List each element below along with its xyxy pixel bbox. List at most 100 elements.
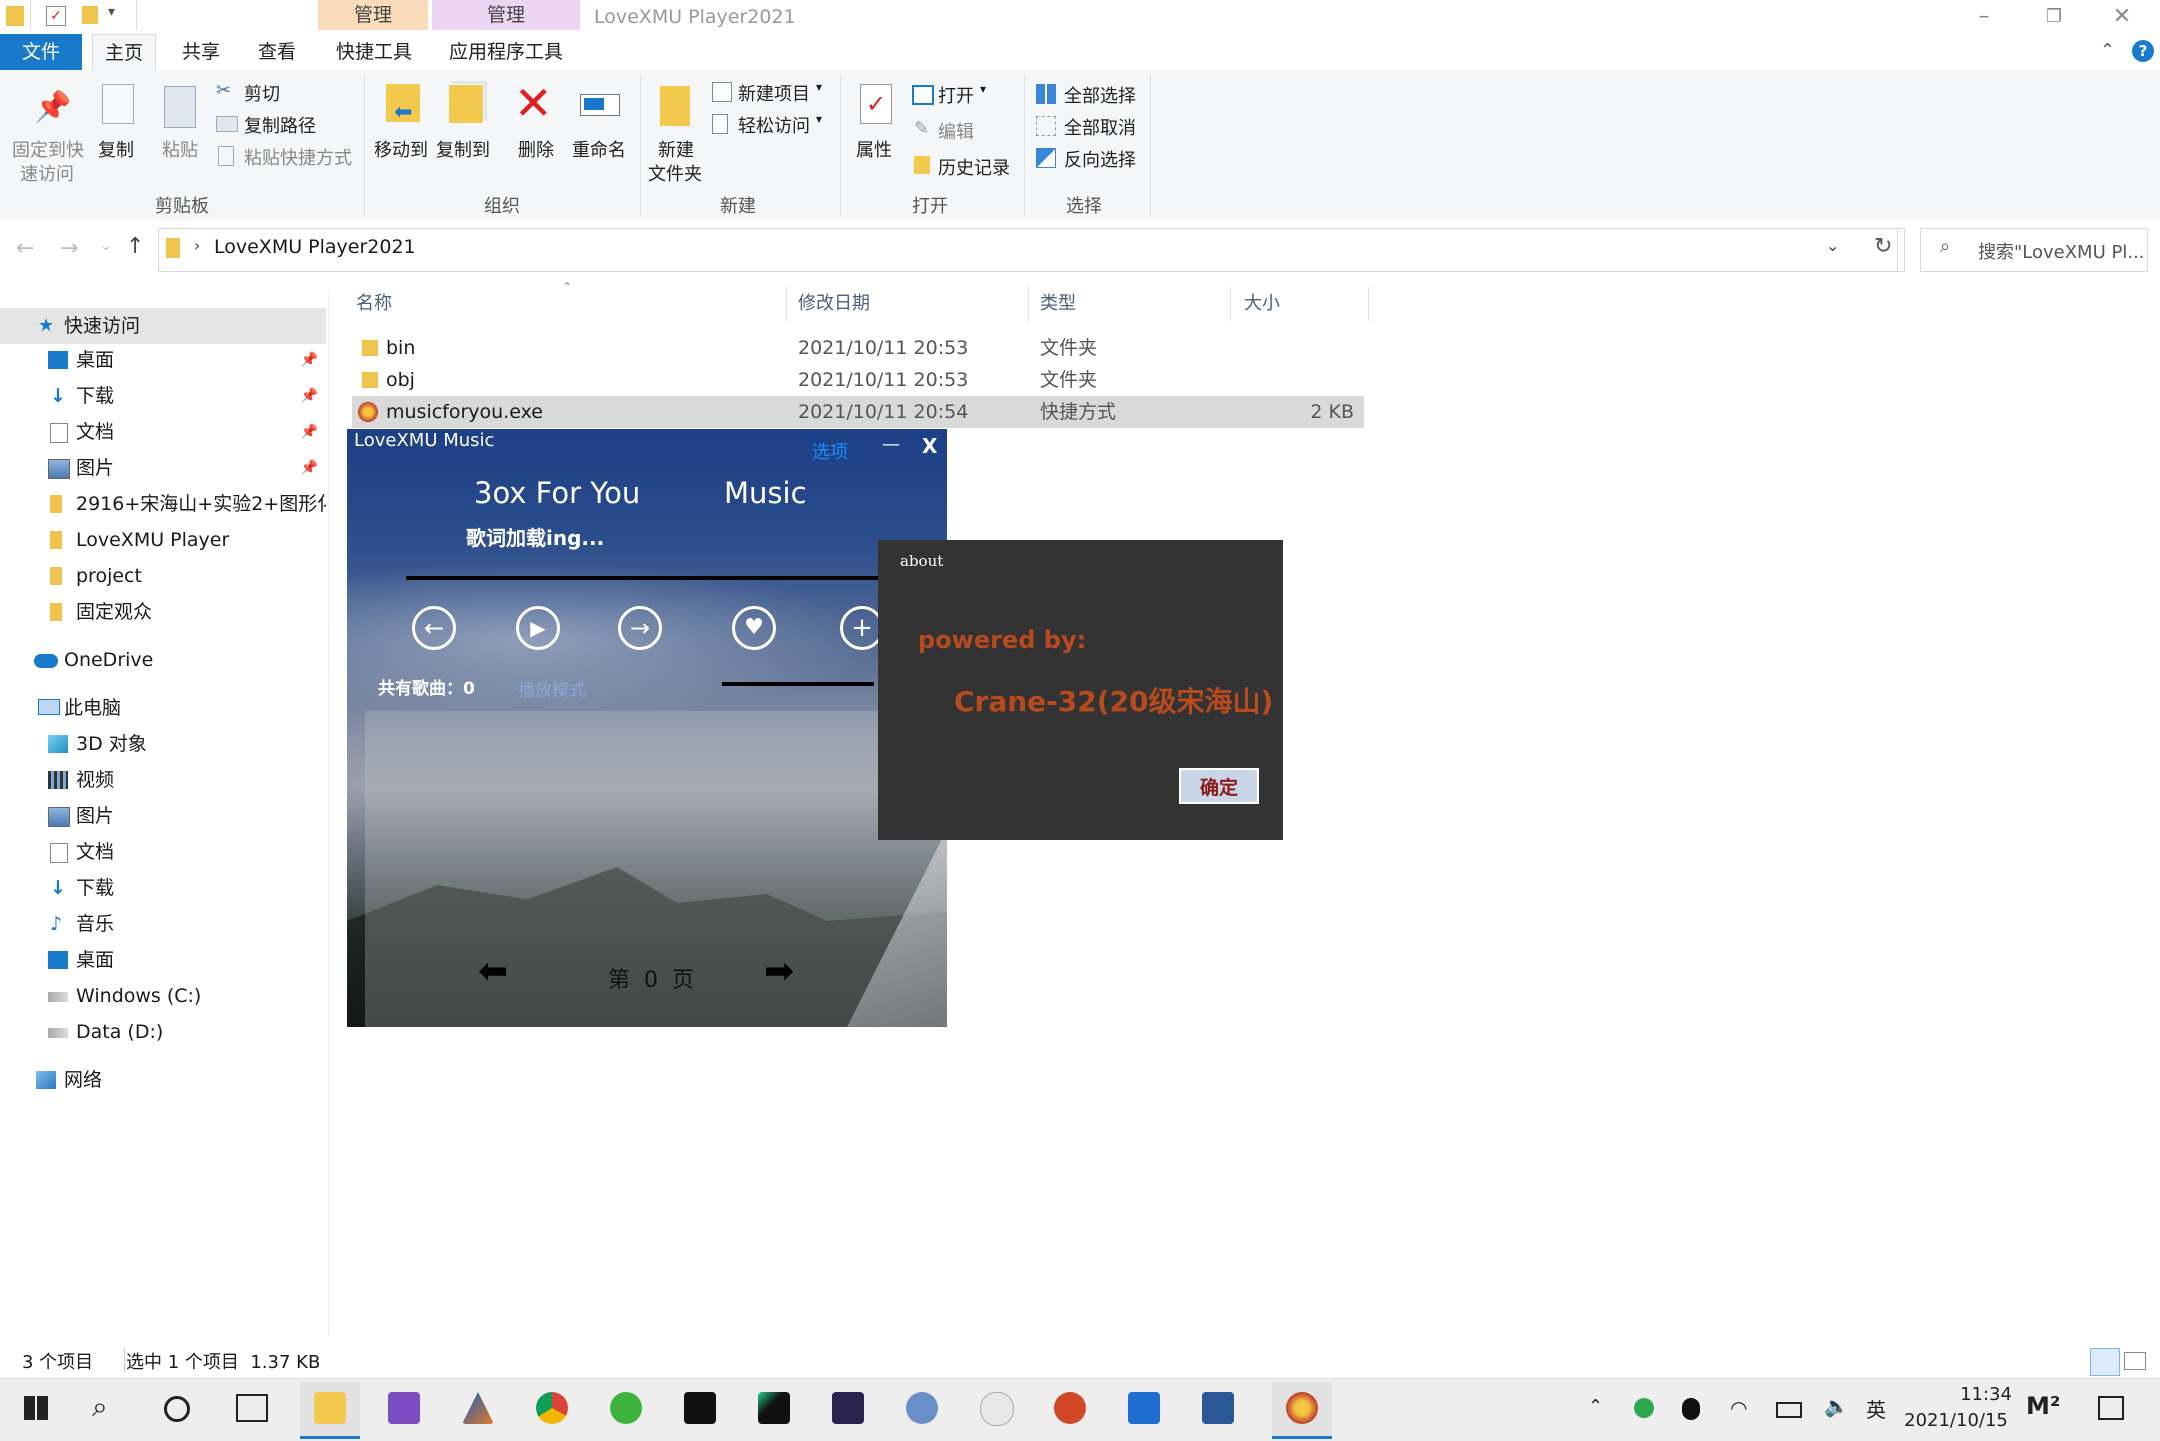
taskbar-anime-app[interactable] <box>966 1382 1026 1436</box>
rename-button[interactable]: 重命名 <box>568 80 632 170</box>
move-to-button[interactable]: ⬅ 移动到 <box>372 80 432 170</box>
forward-arrow-icon[interactable]: → <box>60 236 78 261</box>
taskbar-intellij[interactable] <box>670 1382 730 1436</box>
previous-icon[interactable]: ← <box>412 606 456 650</box>
paste-button[interactable]: 粘贴 <box>156 80 206 161</box>
nav-item-lovexmu-player[interactable]: LoveXMU Player <box>0 522 326 558</box>
tab-home[interactable]: 主页 <box>92 34 156 71</box>
large-icons-view-icon[interactable] <box>2124 1352 2146 1370</box>
taskbar-texstudio[interactable] <box>818 1382 878 1436</box>
copy-button[interactable]: 复制 <box>94 80 144 161</box>
nav-item-pc-downloads[interactable]: ↓ 下载 <box>0 870 326 906</box>
clock-date[interactable]: 2021/10/15 <box>1896 1410 2016 1431</box>
table-row[interactable]: obj 2021/10/11 20:53 文件夹 <box>352 364 1364 396</box>
new-folder-button[interactable]: 新建 文件夹 <box>646 80 706 185</box>
nav-item-pictures[interactable]: 图片 📌 <box>0 450 326 486</box>
address-dropdown-icon[interactable]: ⌄ <box>1826 236 1839 255</box>
taskbar-mp-app[interactable] <box>1114 1382 1174 1436</box>
copy-to-button[interactable]: 复制到 <box>434 80 494 170</box>
qat-dropdown-icon[interactable]: ▾ <box>108 4 115 20</box>
nav-item-folder-experiment[interactable]: 2916+宋海山+实验2+图形化集 <box>0 486 326 522</box>
context-tab-manage-2[interactable]: 管理 <box>432 0 580 30</box>
nav-item-pc-pictures[interactable]: 图片 <box>0 798 326 834</box>
column-header-name[interactable]: 名称 <box>356 286 787 322</box>
tray-chevron-up-icon[interactable]: ⌃ <box>1588 1396 1603 1417</box>
next-icon[interactable]: → <box>618 606 662 650</box>
column-header-size[interactable]: 大小 <box>1244 286 1369 322</box>
player-options-link[interactable]: 选项 <box>812 438 848 464</box>
table-row[interactable]: bin 2021/10/11 20:53 文件夹 <box>352 332 1364 364</box>
nav-item-project[interactable]: project <box>0 558 326 594</box>
taskbar-powerpoint[interactable] <box>1040 1382 1100 1436</box>
nav-item-music[interactable]: ♪ 音乐 <box>0 906 326 942</box>
taskbar-browser-e[interactable] <box>596 1382 656 1436</box>
context-tab-manage-1[interactable]: 管理 <box>318 0 428 30</box>
address-bar[interactable] <box>158 228 1898 272</box>
taskbar-matlab[interactable] <box>448 1382 508 1436</box>
tab-view[interactable]: 查看 <box>246 34 308 70</box>
ok-button[interactable]: 确定 <box>1179 768 1259 804</box>
ime-indicator[interactable]: 英 <box>1866 1394 1886 1423</box>
close-button[interactable]: ✕ <box>2092 0 2152 34</box>
help-icon[interactable]: ? <box>2132 40 2154 62</box>
play-icon[interactable]: ▶ <box>516 606 560 650</box>
taskbar-visual-studio[interactable] <box>374 1382 434 1436</box>
nav-item-videos[interactable]: 视频 <box>0 762 326 798</box>
nav-item-downloads[interactable]: ↓ 下载 📌 <box>0 378 326 414</box>
battery-icon[interactable] <box>1776 1402 1802 1418</box>
start-windows-icon[interactable] <box>24 1396 48 1420</box>
new-folder-qat-icon[interactable] <box>82 6 98 24</box>
column-header-date[interactable]: 修改日期 <box>798 286 1029 322</box>
taskbar-pycharm[interactable] <box>744 1382 804 1436</box>
properties-button[interactable]: ✓ 属性 <box>850 80 902 170</box>
nav-onedrive[interactable]: OneDrive <box>0 642 326 678</box>
nav-quick-access[interactable]: ★ 快速访问 <box>0 308 326 344</box>
table-row-selected[interactable]: musicforyou.exe 2021/10/11 20:54 快捷方式 2 … <box>352 396 1364 428</box>
search-icon[interactable]: ⌕ <box>92 1390 108 1424</box>
tab-share[interactable]: 共享 <box>170 34 232 70</box>
delete-button[interactable]: ✕ 删除 <box>510 76 566 170</box>
taskbar-word[interactable] <box>1188 1382 1248 1436</box>
properties-qat-icon[interactable]: ✓ <box>46 6 66 26</box>
favorite-heart-icon[interactable]: ♥ <box>732 606 776 650</box>
volume-bar[interactable] <box>722 682 874 686</box>
wifi-icon[interactable]: ◠ <box>1730 1396 1747 1420</box>
back-arrow-icon[interactable]: ← <box>16 236 34 261</box>
player-close-button[interactable]: X <box>922 434 937 458</box>
player-minimize-button[interactable]: — <box>882 434 900 455</box>
tab-shortcut-tools[interactable]: 快捷工具 <box>322 34 426 70</box>
nav-item-fixed-audience[interactable]: 固定观众 <box>0 594 326 630</box>
collapse-ribbon-icon[interactable]: ⌃ <box>2100 40 2115 61</box>
nav-item-desktop[interactable]: 桌面 📌 <box>0 342 326 378</box>
recent-chevron-icon[interactable]: ⌄ <box>100 238 112 254</box>
m2-app-icon[interactable]: M² <box>2026 1392 2070 1422</box>
task-view-icon[interactable] <box>236 1394 268 1422</box>
taskbar-music-player[interactable] <box>1272 1382 1332 1439</box>
tab-file[interactable]: 文件 <box>0 34 82 70</box>
cortana-circle-icon[interactable] <box>164 1396 190 1422</box>
tray-qq-icon[interactable] <box>1682 1398 1700 1420</box>
volume-icon[interactable]: 🔈 <box>1824 1394 1849 1418</box>
page-prev-arrow-icon[interactable]: ⬅ <box>478 954 508 990</box>
nav-item-documents[interactable]: 文档 📌 <box>0 414 326 450</box>
nav-item-pc-documents[interactable]: 文档 <box>0 834 326 870</box>
column-header-type[interactable]: 类型 <box>1040 286 1231 322</box>
nav-item-3d-objects[interactable]: 3D 对象 <box>0 726 326 762</box>
tab-app-tools[interactable]: 应用程序工具 <box>440 34 572 70</box>
progress-bar[interactable] <box>406 576 944 580</box>
minimize-button[interactable]: – <box>1954 0 2014 34</box>
tray-app-icon[interactable] <box>1634 1398 1654 1418</box>
play-mode-button[interactable]: 播放模式 <box>518 676 586 701</box>
details-view-icon[interactable] <box>2090 1348 2120 1376</box>
nav-item-pc-desktop[interactable]: 桌面 <box>0 942 326 978</box>
restore-button[interactable]: ❐ <box>2024 0 2084 34</box>
up-arrow-icon[interactable]: ↑ <box>126 234 144 259</box>
page-next-arrow-icon[interactable]: ➡ <box>764 954 794 990</box>
breadcrumb[interactable]: LoveXMU Player2021 <box>214 236 416 258</box>
nav-this-pc[interactable]: 此电脑 <box>0 690 326 726</box>
taskbar-file-explorer[interactable] <box>300 1382 360 1439</box>
taskbar-chrome[interactable] <box>522 1382 582 1436</box>
taskbar-math-app[interactable] <box>892 1382 952 1436</box>
nav-network[interactable]: 网络 <box>0 1062 326 1098</box>
notification-icon[interactable] <box>2098 1396 2124 1420</box>
